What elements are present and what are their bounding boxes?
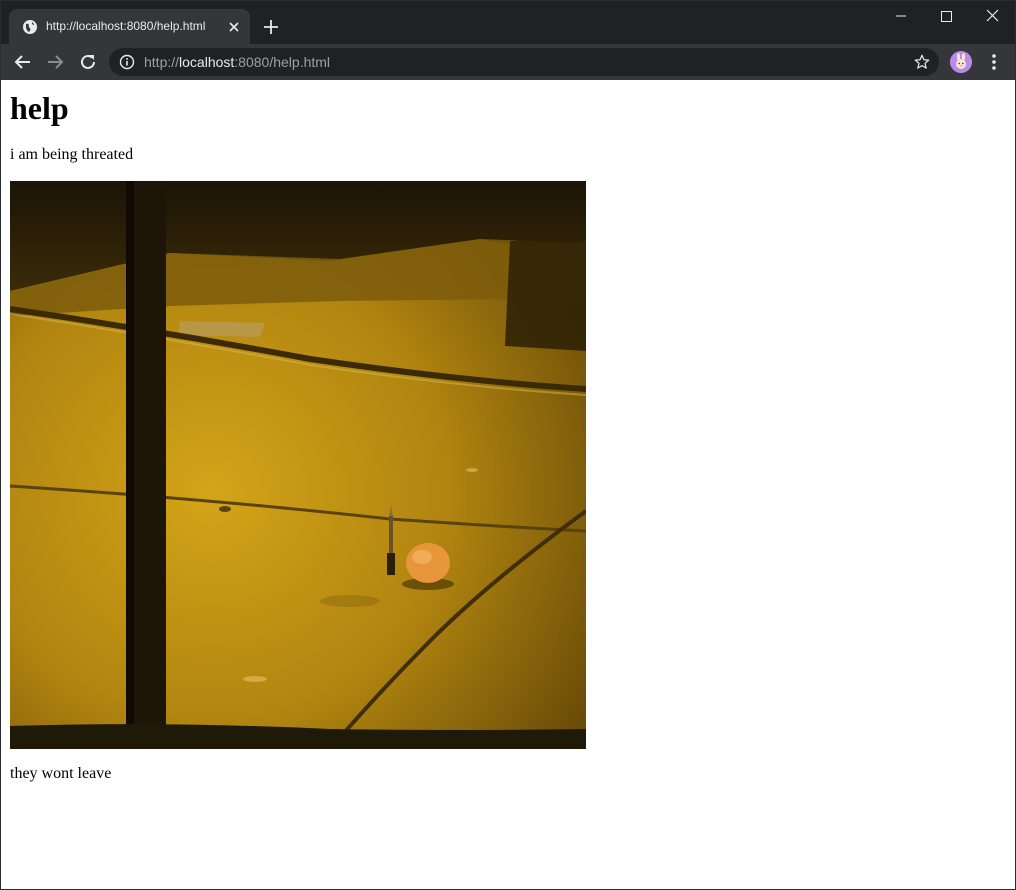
outro-text: they wont leave [10,765,112,782]
globe-icon [23,20,37,34]
forward-arrow-icon[interactable] [43,50,67,74]
url-text: http://localhost:8080/help.html [144,54,330,70]
tab-title: http://localhost:8080/help.html [46,19,206,33]
browser-toolbar: http://localhost:8080/help.html [1,44,1015,80]
tab-strip: http://localhost:8080/help.html [1,1,1015,44]
intro-text: i am being threated [10,146,134,163]
reload-icon[interactable] [76,50,100,74]
page-viewport: help i am being threated they wont leave [1,80,1015,889]
url-prefix: http:// [144,54,180,70]
plus-icon[interactable] [260,16,282,38]
knife-kirby-photo [10,181,586,749]
bunny-avatar-icon [950,51,972,73]
browser-window: http://localhost:8080/help.html http://l… [0,0,1016,890]
back-arrow-icon[interactable] [11,50,35,74]
star-icon[interactable] [913,53,931,71]
address-bar[interactable]: http://localhost:8080/help.html [109,48,939,76]
maximize-icon[interactable] [923,1,968,31]
url-rest: :8080/help.html [234,54,331,70]
info-icon[interactable] [119,54,135,70]
kebab-menu-icon[interactable] [984,50,1004,74]
close-icon[interactable] [225,18,243,36]
minimize-icon[interactable] [878,1,923,31]
tab-help[interactable]: http://localhost:8080/help.html [9,9,250,44]
window-close-icon[interactable] [969,1,1014,31]
profile-avatar[interactable] [950,51,972,73]
page-heading: help [10,90,69,126]
url-host: localhost [179,54,235,70]
